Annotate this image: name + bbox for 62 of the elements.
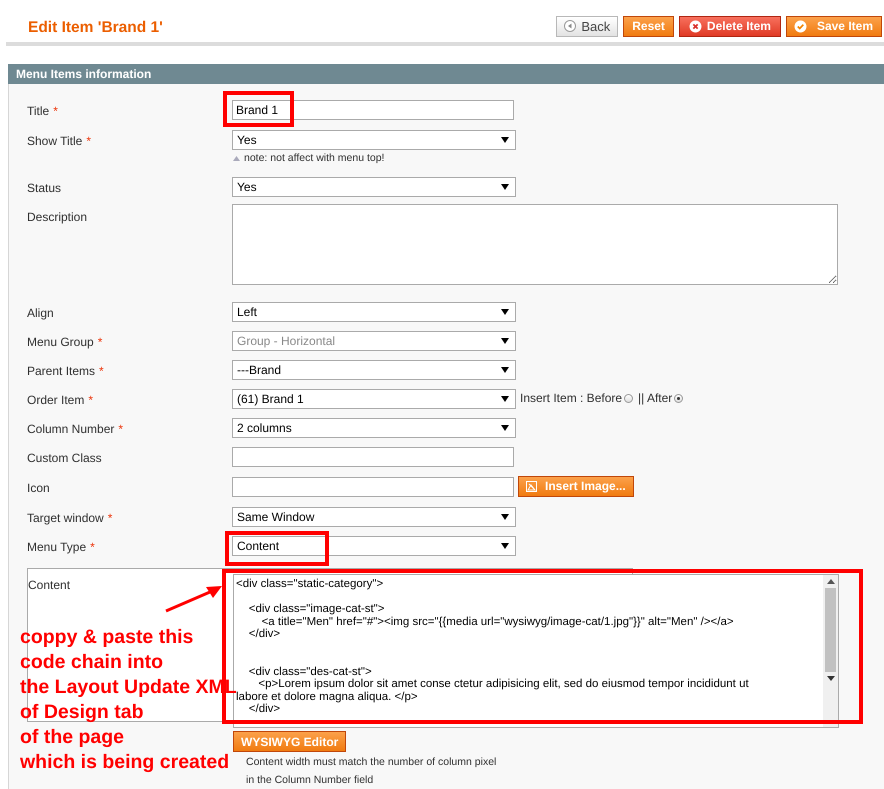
radio-label: || After [638,391,672,405]
field-label: Menu Group [27,335,94,349]
dropdown-arrow-icon [501,367,509,373]
required-asterisk: * [90,540,95,554]
select-field[interactable]: Yes [232,177,516,197]
text-field[interactable]: Brand 1 [232,100,514,120]
dropdown-arrow-icon [501,425,509,431]
back-button[interactable]: Back [556,16,618,36]
field-label: Status [27,181,62,195]
field-label: Content [28,578,70,592]
field-label: Order Item [27,393,84,407]
up-triangle-icon [233,156,240,160]
select-field[interactable]: Yes [232,130,516,150]
required-asterisk: * [108,511,112,525]
radio-button[interactable] [674,394,684,402]
dropdown-arrow-icon [501,543,509,549]
text-field[interactable] [232,477,514,497]
required-asterisk: * [99,364,104,378]
radio-button[interactable] [624,394,634,402]
scroll-down-icon[interactable] [826,676,834,681]
delete-button[interactable]: Delete Item [678,16,781,36]
annotation-arrow [164,584,224,614]
scroll-up-icon[interactable] [826,579,834,584]
field-label: Align [27,306,54,320]
field-label: Description [27,210,88,224]
field-label: Parent Items [27,364,96,378]
scrollbar[interactable] [823,575,838,727]
required-asterisk: * [53,104,58,118]
image-icon [526,480,537,492]
required-asterisk: * [88,393,94,407]
check-icon [794,20,807,32]
field-label: Custom Class [27,451,102,465]
close-icon [688,20,702,32]
field-label: Title [27,104,50,118]
select-field[interactable]: Same Window [232,507,516,527]
field-label: Menu Type [27,540,86,554]
dropdown-arrow-icon [501,184,509,190]
select-field[interactable]: Left [232,302,516,322]
select-field[interactable]: 2 columns [232,418,516,438]
page-title: Edit Item 'Brand 1' [28,19,163,37]
text-field[interactable] [232,447,514,467]
dropdown-arrow-icon [501,396,509,402]
section-header: Menu Items information [8,64,884,84]
radio-label: Insert Item : Before [520,391,622,405]
required-asterisk: * [98,335,102,349]
field-note: Content width must match the number of column pixel in the Column Number field [245,755,498,788]
dropdown-arrow-icon [501,309,509,315]
required-asterisk: * [86,134,92,148]
field-label: Show Title [27,134,82,148]
field-note: note: not affect with menu top! [244,152,384,164]
field-label: Icon [27,481,50,495]
highlight-box [223,91,294,127]
required-asterisk: * [118,422,124,436]
description-textarea[interactable] [232,204,838,285]
dropdown-arrow-icon [501,514,509,520]
select-field[interactable]: (61) Brand 1 [232,389,516,409]
dropdown-arrow-icon [501,338,509,344]
field-label: Column Number [27,422,114,436]
dropdown-arrow-icon [501,137,509,143]
select-field[interactable]: ---Brand [232,360,516,380]
field-label: Target window [27,511,104,525]
select-field[interactable]: Content [232,536,516,556]
